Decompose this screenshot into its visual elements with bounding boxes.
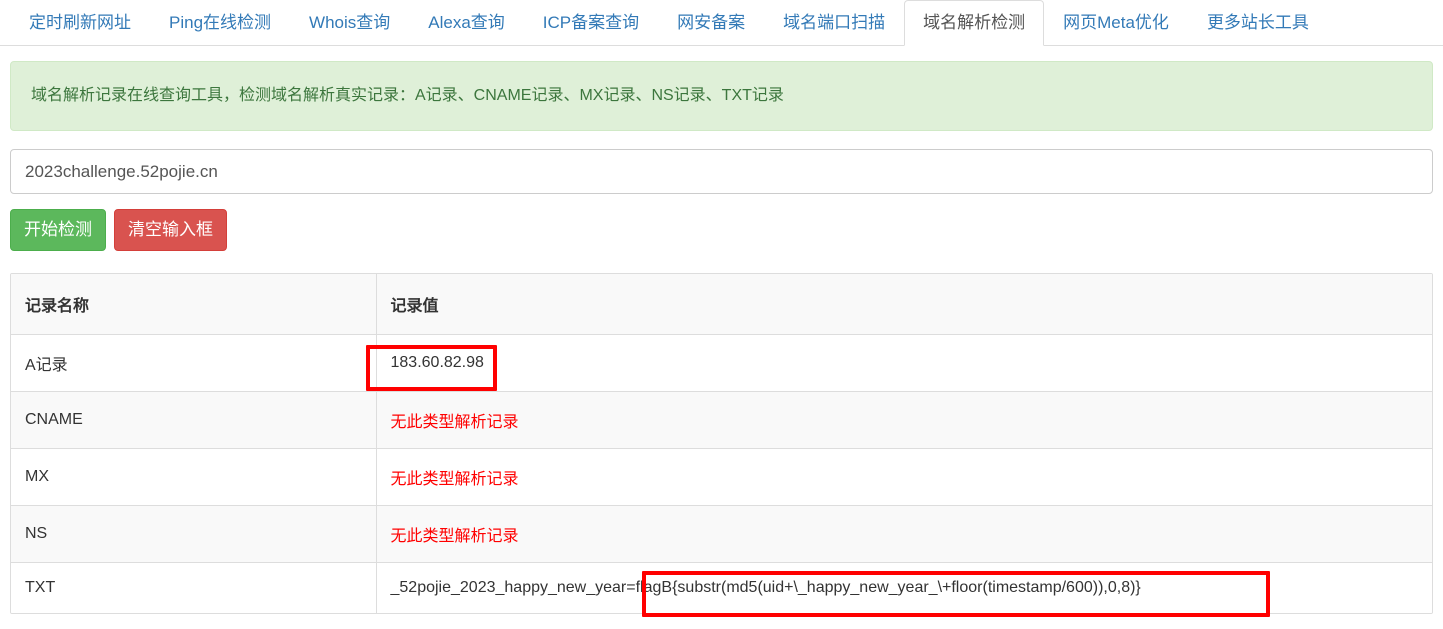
table-row: CNAME 无此类型解析记录 — [11, 391, 1432, 449]
domain-input-group — [10, 149, 1433, 194]
record-value-cell: 183.60.82.98 — [376, 334, 1432, 392]
record-value-cell: 无此类型解析记录 — [376, 505, 1432, 563]
domain-input[interactable] — [10, 149, 1433, 194]
tab-1[interactable]: Ping在线检测 — [150, 0, 290, 46]
tab-4[interactable]: ICP备案查询 — [524, 0, 658, 46]
tab-3[interactable]: Alexa查询 — [409, 0, 524, 46]
tab-8[interactable]: 网页Meta优化 — [1044, 0, 1188, 46]
column-header-record-name: 记录名称 — [11, 274, 377, 335]
record-value-text: 无此类型解析记录 — [390, 528, 519, 545]
tab-2[interactable]: Whois查询 — [290, 0, 409, 46]
tab-7[interactable]: 域名解析检测 — [904, 0, 1045, 46]
table-row: NS 无此类型解析记录 — [11, 505, 1432, 563]
table-body: A记录 183.60.82.98 CNAME 无此类型解析记录 MX 无此类型解析记录 NS… — [11, 334, 1432, 613]
record-value-cell: 无此类型解析记录 — [376, 391, 1432, 449]
record-value-cell: _52pojie_2023_happy_new_year=flagB{subst… — [376, 562, 1432, 613]
table-row: MX 无此类型解析记录 — [11, 448, 1432, 506]
table-row: TXT _52pojie_2023_happy_new_year=flagB{su… — [11, 562, 1432, 613]
record-value-text: 无此类型解析记录 — [390, 414, 519, 431]
tab-5[interactable]: 网安备案 — [658, 0, 764, 46]
start-detect-button[interactable]: 开始检测 — [10, 209, 106, 251]
table-header-row: 记录名称 记录值 — [11, 274, 1432, 335]
record-name-cell: CNAME — [11, 391, 377, 449]
dns-results-table: 记录名称 记录值 A记录 183.60.82.98 CNAME 无此类型解析记录 MX 无… — [11, 274, 1432, 613]
record-name-cell: A记录 — [11, 334, 377, 392]
record-value-cell: 无此类型解析记录 — [376, 448, 1432, 506]
clear-input-button[interactable]: 清空输入框 — [114, 209, 227, 251]
table-row: A记录 183.60.82.98 — [11, 334, 1432, 392]
record-value-text: 无此类型解析记录 — [390, 471, 519, 488]
tab-6[interactable]: 域名端口扫描 — [764, 0, 904, 46]
tool-description-banner: 域名解析记录在线查询工具，检测域名解析真实记录：A记录、CNAME记录、MX记录… — [10, 61, 1433, 131]
record-value-text: 183.60.82.98 — [390, 354, 484, 371]
tab-9[interactable]: 更多站长工具 — [1188, 0, 1328, 46]
tab-0[interactable]: 定时刷新网址 — [10, 0, 150, 46]
table-head: 记录名称 记录值 — [11, 274, 1432, 335]
tool-tabs: 定时刷新网址 Ping在线检测 Whois查询 Alexa查询 ICP备案查询 网安备案域… — [0, 0, 1443, 46]
record-name-cell: TXT — [11, 562, 377, 613]
tool-description-text: 域名解析记录在线查询工具，检测域名解析真实记录：A记录、CNAME记录、MX记录… — [31, 87, 784, 105]
column-header-record-value: 记录值 — [376, 274, 1432, 335]
record-value-text: _52pojie_2023_happy_new_year=flagB{subst… — [390, 579, 1141, 596]
dns-results-table-wrap: 记录名称 记录值 A记录 183.60.82.98 CNAME 无此类型解析记录 MX 无… — [10, 273, 1433, 614]
record-name-cell: MX — [11, 448, 377, 506]
record-name-cell: NS — [11, 505, 377, 563]
action-button-row: 开始检测 清空输入框 — [10, 209, 1433, 251]
page-root: 定时刷新网址 Ping在线检测 Whois查询 Alexa查询 ICP备案查询 网安备案域… — [0, 0, 1443, 629]
